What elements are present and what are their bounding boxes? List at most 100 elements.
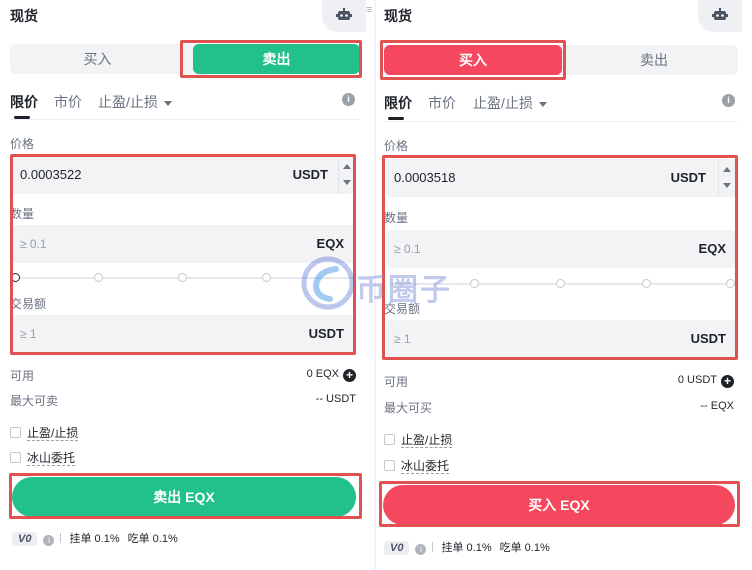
tpsl-checkbox[interactable]: 止盈/止损 bbox=[384, 431, 453, 448]
slider-stop-25[interactable] bbox=[470, 279, 479, 288]
amount-label: 数量 bbox=[384, 211, 409, 225]
vip-level-badge[interactable]: V0 bbox=[12, 532, 38, 546]
price-unit: USDT bbox=[292, 167, 328, 182]
side-toggle: 买入 卖出 bbox=[10, 44, 360, 74]
order-type-tabs: 限价 市价 止盈/止损 i bbox=[384, 93, 738, 123]
sell-submit-button[interactable]: 卖出 EQX bbox=[12, 477, 356, 517]
iceberg-checkbox[interactable]: 冰山委托 bbox=[384, 457, 450, 474]
arrow-up-icon[interactable] bbox=[723, 167, 731, 172]
price-input[interactable]: 0.0003518 USDT bbox=[386, 159, 736, 197]
active-tab-indicator bbox=[388, 117, 404, 120]
tab-limit[interactable]: 限价 bbox=[384, 93, 412, 113]
tab-tpsl-label: 止盈/止损 bbox=[473, 95, 533, 111]
price-unit: USDT bbox=[670, 170, 706, 185]
maker-fee: 挂单 0.1% bbox=[69, 533, 120, 545]
price-label: 价格 bbox=[10, 137, 35, 151]
checkbox-icon[interactable] bbox=[10, 427, 21, 438]
caret-down-icon bbox=[163, 100, 172, 106]
checkbox-icon[interactable] bbox=[10, 452, 21, 463]
checkbox-icon[interactable] bbox=[384, 460, 395, 471]
max-label: 最大可买 bbox=[384, 401, 433, 415]
slider-stop-50[interactable] bbox=[556, 279, 565, 288]
arrow-down-icon[interactable] bbox=[343, 180, 351, 185]
separator bbox=[60, 533, 62, 543]
slider-stop-25[interactable] bbox=[94, 273, 103, 282]
taker-fee: 吃单 0.1% bbox=[499, 542, 550, 554]
checkbox-icon[interactable] bbox=[384, 434, 395, 445]
max-value: -- EQX bbox=[700, 400, 734, 412]
total-placeholder: ≥ 1 bbox=[20, 327, 37, 341]
total-placeholder: ≥ 1 bbox=[394, 332, 411, 346]
available-label: 可用 bbox=[10, 369, 35, 383]
caret-down-icon bbox=[538, 101, 547, 107]
slider-stop-75[interactable] bbox=[262, 273, 271, 282]
slider-stop-100[interactable] bbox=[726, 279, 735, 288]
price-stepper[interactable] bbox=[718, 159, 736, 197]
panel-title: 现货 bbox=[384, 8, 412, 24]
total-input[interactable]: ≥ 1 USDT bbox=[12, 315, 354, 353]
available-amount: 0 EQX bbox=[306, 368, 339, 380]
tpsl-checkbox-label: 止盈/止损 bbox=[27, 426, 79, 441]
tab-tpsl[interactable]: 止盈/止损 bbox=[473, 93, 547, 113]
divider bbox=[384, 121, 738, 122]
iceberg-checkbox-label: 冰山委托 bbox=[401, 459, 450, 474]
total-unit: USDT bbox=[690, 331, 726, 346]
side-toggle: 买入 卖出 bbox=[384, 45, 738, 75]
vip-level-badge[interactable]: V0 bbox=[384, 541, 410, 555]
tab-market[interactable]: 市价 bbox=[54, 92, 82, 112]
available-amount: 0 USDT bbox=[677, 374, 717, 386]
iceberg-checkbox-label: 冰山委托 bbox=[27, 451, 76, 466]
taker-fee: 吃单 0.1% bbox=[127, 533, 178, 545]
tpsl-checkbox[interactable]: 止盈/止损 bbox=[10, 424, 79, 441]
price-value: 0.0003518 bbox=[394, 170, 456, 185]
info-icon[interactable]: i bbox=[43, 535, 55, 546]
tab-market[interactable]: 市价 bbox=[428, 93, 456, 113]
total-label: 交易额 bbox=[10, 297, 47, 311]
total-unit: USDT bbox=[308, 326, 344, 341]
info-icon[interactable]: i bbox=[415, 544, 427, 555]
buy-tab[interactable]: 买入 bbox=[10, 44, 185, 74]
trading-bot-button[interactable] bbox=[322, 0, 366, 32]
slider-stop-0[interactable] bbox=[11, 273, 20, 282]
total-input[interactable]: ≥ 1 USDT bbox=[386, 320, 736, 358]
plus-circle-icon[interactable]: + bbox=[721, 375, 734, 388]
robot-icon bbox=[336, 8, 352, 20]
fee-row: V0 i 挂单 0.1% 吃单 0.1% bbox=[384, 539, 550, 555]
tab-tpsl[interactable]: 止盈/止损 bbox=[98, 92, 172, 112]
arrow-up-icon[interactable] bbox=[343, 164, 351, 169]
price-input[interactable]: 0.0003522 USDT bbox=[12, 156, 354, 194]
available-value: 0 USDT + bbox=[678, 374, 734, 388]
slider-stop-75[interactable] bbox=[642, 279, 651, 288]
price-value: 0.0003522 bbox=[20, 167, 82, 182]
amount-unit: EQX bbox=[316, 236, 344, 251]
amount-placeholder: ≥ 0.1 bbox=[20, 237, 47, 251]
buy-submit-button[interactable]: 买入 EQX bbox=[383, 485, 735, 525]
sell-tab[interactable]: 卖出 bbox=[570, 45, 738, 75]
divider bbox=[10, 119, 360, 120]
tab-limit[interactable]: 限价 bbox=[10, 92, 38, 112]
price-stepper[interactable] bbox=[338, 156, 354, 194]
arrow-down-icon[interactable] bbox=[723, 183, 731, 188]
maker-fee: 挂单 0.1% bbox=[441, 542, 492, 554]
sell-tab[interactable]: 卖出 bbox=[193, 44, 360, 74]
watermark: 币圈子 bbox=[300, 255, 460, 315]
iceberg-checkbox[interactable]: 冰山委托 bbox=[10, 449, 76, 466]
amount-placeholder: ≥ 0.1 bbox=[394, 242, 421, 256]
amount-label: 数量 bbox=[10, 207, 35, 221]
max-label: 最大可卖 bbox=[10, 394, 59, 408]
buy-tab[interactable]: 买入 bbox=[384, 45, 562, 75]
info-icon[interactable]: i bbox=[722, 94, 735, 107]
plus-circle-icon[interactable]: + bbox=[343, 369, 356, 382]
tab-tpsl-label: 止盈/止损 bbox=[98, 94, 158, 110]
menu-icon[interactable]: ≡ bbox=[366, 4, 372, 16]
watermark-logo-icon bbox=[301, 256, 355, 310]
panel-title: 现货 bbox=[10, 8, 38, 24]
available-value: 0 EQX + bbox=[307, 368, 356, 382]
tpsl-checkbox-label: 止盈/止损 bbox=[401, 433, 453, 448]
info-icon[interactable]: i bbox=[342, 93, 355, 106]
slider-stop-50[interactable] bbox=[178, 273, 187, 282]
trading-bot-button[interactable] bbox=[698, 0, 742, 32]
amount-unit: EQX bbox=[698, 241, 726, 256]
robot-icon bbox=[712, 8, 728, 20]
order-type-tabs: 限价 市价 止盈/止损 i bbox=[10, 92, 360, 122]
